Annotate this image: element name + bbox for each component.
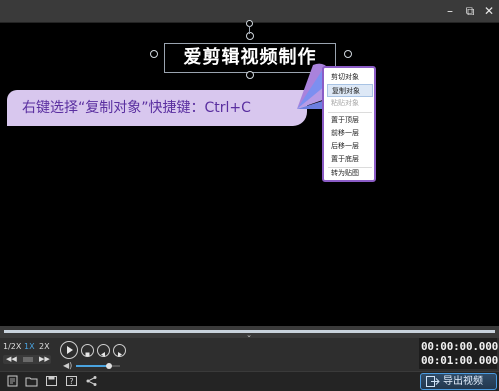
new-project-icon[interactable] <box>6 375 19 387</box>
volume-icon[interactable]: ◀) <box>63 361 72 370</box>
play-icon <box>67 346 73 354</box>
export-label: 导出视频 <box>443 376 483 387</box>
previous-button[interactable] <box>97 344 110 357</box>
video-preview-stage[interactable]: 爱剪辑视频制作 右键选择“复制对象”快捷键：Ctrl+C 剪切对象 复制对象 粘… <box>0 20 499 326</box>
stop-icon <box>85 352 90 357</box>
menu-item-send-backward[interactable]: 后移一层 <box>327 140 373 153</box>
context-menu: 剪切对象 复制对象 粘贴对象 置于顶层 前移一层 后移一层 置于底层 转为贴图 <box>322 66 376 182</box>
close-button[interactable]: ✕ <box>480 2 498 20</box>
instruction-banner: 右键选择“复制对象”快捷键：Ctrl+C <box>7 90 307 126</box>
player-controls: 1/2X 1X 2X ◀◀ ▶▶ ◀) 00:00:00.000 00:01:0… <box>0 338 499 371</box>
resize-handle-bottom[interactable] <box>246 71 254 79</box>
resize-handle-top[interactable] <box>246 32 254 40</box>
previous-icon <box>101 352 105 357</box>
current-time: 00:00:00.000 <box>421 340 499 353</box>
open-folder-icon[interactable] <box>25 375 38 387</box>
save-icon[interactable] <box>45 375 58 387</box>
frame-step-bar: ◀◀ ▶▶ <box>3 355 51 364</box>
step-back-icon[interactable]: ◀◀ <box>6 355 17 364</box>
share-icon[interactable] <box>85 375 98 387</box>
menu-item-send-to-back[interactable]: 置于底层 <box>327 153 373 166</box>
minimize-button[interactable]: – <box>441 2 459 20</box>
total-time: 00:01:00.000 <box>421 354 499 367</box>
help-icon[interactable]: ? <box>65 375 78 387</box>
bottom-toolbar: ? 导出视频 <box>0 371 499 391</box>
menu-item-bring-to-front[interactable]: 置于顶层 <box>327 114 373 127</box>
menu-item-bring-forward[interactable]: 前移一层 <box>327 127 373 140</box>
menu-separator <box>328 112 372 113</box>
restore-button[interactable]: ⧉ <box>461 2 479 20</box>
instruction-text: 右键选择“复制对象”快捷键：Ctrl+C <box>22 100 251 116</box>
next-icon <box>118 352 122 357</box>
step-forward-icon[interactable]: ▶▶ <box>39 355 50 364</box>
volume-knob[interactable] <box>106 363 112 369</box>
svg-text:?: ? <box>69 377 73 386</box>
menu-item-convert-sticker[interactable]: 转为贴图 <box>327 167 373 180</box>
resize-handle-right[interactable] <box>344 50 352 58</box>
volume-fill <box>76 365 109 367</box>
menu-item-copy[interactable]: 复制对象 <box>327 84 373 97</box>
menu-item-cut[interactable]: 剪切对象 <box>327 71 373 84</box>
resize-handle-left[interactable] <box>150 50 158 58</box>
next-button[interactable] <box>113 344 126 357</box>
speed-2x[interactable]: 2X <box>39 341 50 352</box>
export-icon <box>426 376 440 387</box>
export-video-button[interactable]: 导出视频 <box>420 373 497 390</box>
rotate-handle-stem <box>249 26 250 34</box>
volume-slider[interactable] <box>76 363 120 369</box>
speed-half[interactable]: 1/2X <box>3 341 21 352</box>
menu-item-paste[interactable]: 粘贴对象 <box>327 97 373 110</box>
step-indicator <box>23 357 33 362</box>
playback-progress[interactable]: ⌄ <box>0 326 499 339</box>
time-display: 00:00:00.000 00:01:00.000 <box>419 338 499 369</box>
play-button[interactable] <box>60 341 78 359</box>
speed-1x[interactable]: 1X <box>24 341 35 352</box>
stop-button[interactable] <box>81 344 94 357</box>
